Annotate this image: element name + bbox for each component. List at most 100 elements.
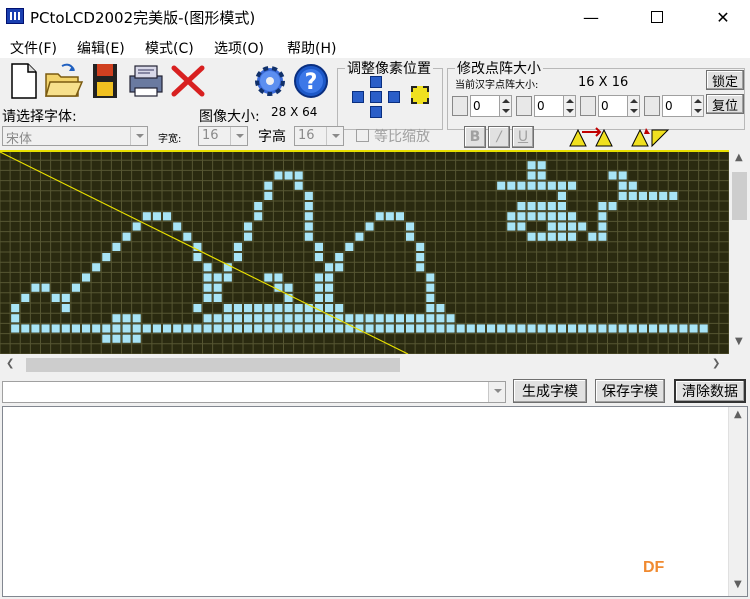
pixel-on[interactable] (608, 171, 617, 180)
close-button[interactable]: ✕ (700, 0, 746, 34)
pixel-on[interactable] (507, 181, 516, 190)
pixel-on[interactable] (426, 314, 435, 323)
pixel-on[interactable] (314, 253, 323, 262)
pixel-on[interactable] (203, 324, 212, 333)
pixel-on[interactable] (31, 324, 40, 333)
scale-checkbox[interactable] (356, 129, 369, 142)
pixel-on[interactable] (142, 324, 151, 333)
pixel-on[interactable] (699, 324, 708, 333)
pixel-on[interactable] (446, 314, 455, 323)
pixel-on[interactable] (365, 324, 374, 333)
pixel-on[interactable] (183, 232, 192, 241)
pixel-on[interactable] (537, 232, 546, 241)
pixel-on[interactable] (436, 324, 445, 333)
pixel-on[interactable] (618, 171, 627, 180)
pixel-on[interactable] (527, 324, 536, 333)
pixel-on[interactable] (142, 212, 151, 221)
pixel-on[interactable] (173, 222, 182, 231)
pixel-on[interactable] (547, 232, 556, 241)
pixel-on[interactable] (254, 324, 263, 333)
pixel-canvas[interactable] (0, 149, 730, 355)
horizontal-scrollbar[interactable]: ❮ ❯ (0, 354, 729, 376)
pixel-on[interactable] (21, 293, 30, 302)
pixel-on[interactable] (618, 181, 627, 190)
pixel-on[interactable] (163, 212, 172, 221)
pixel-on[interactable] (355, 314, 364, 323)
pixel-on[interactable] (588, 324, 597, 333)
pixel-on[interactable] (274, 273, 283, 282)
pixel-on[interactable] (578, 324, 587, 333)
pixel-on[interactable] (132, 324, 141, 333)
help-icon[interactable]: ? (292, 62, 328, 98)
pixel-on[interactable] (395, 324, 404, 333)
pixel-on[interactable] (92, 324, 101, 333)
pixel-on[interactable] (213, 283, 222, 292)
pixel-on[interactable] (557, 191, 566, 200)
pixel-on[interactable] (274, 171, 283, 180)
pixel-on[interactable] (325, 293, 334, 302)
pixel-on[interactable] (568, 181, 577, 190)
pixel-on[interactable] (284, 314, 293, 323)
pixel-on[interactable] (537, 212, 546, 221)
pixel-on[interactable] (325, 324, 334, 333)
pixel-on[interactable] (395, 314, 404, 323)
pixel-on[interactable] (102, 324, 111, 333)
move-left-icon[interactable] (352, 91, 364, 103)
move-up-icon[interactable] (370, 76, 382, 88)
pixel-on[interactable] (254, 202, 263, 211)
pixel-on[interactable] (132, 222, 141, 231)
pixel-on[interactable] (537, 324, 546, 333)
pixel-on[interactable] (628, 324, 637, 333)
fit-icon[interactable] (411, 86, 429, 104)
pixel-on[interactable] (375, 324, 384, 333)
pixel-on[interactable] (223, 314, 232, 323)
pixel-on[interactable] (71, 283, 80, 292)
pixel-on[interactable] (426, 273, 435, 282)
pixel-on[interactable] (527, 171, 536, 180)
textarea-scroll-up[interactable]: ▲ (734, 409, 742, 420)
pixel-on[interactable] (649, 324, 658, 333)
italic-button[interactable]: / (488, 126, 510, 148)
pixel-on[interactable] (244, 324, 253, 333)
menu-help[interactable]: 帮助(H) (287, 38, 336, 58)
pixel-on[interactable] (527, 181, 536, 190)
pixel-on[interactable] (284, 324, 293, 333)
horizontal-scroll-thumb[interactable] (26, 358, 400, 372)
pixel-on[interactable] (557, 212, 566, 221)
pixel-on[interactable] (102, 253, 111, 262)
pixel-on[interactable] (345, 314, 354, 323)
pixel-on[interactable] (11, 304, 20, 313)
clear-data-button[interactable]: 清除数据 (674, 379, 746, 403)
pixel-on[interactable] (274, 304, 283, 313)
pixel-on[interactable] (517, 212, 526, 221)
pixel-on[interactable] (223, 304, 232, 313)
pixel-on[interactable] (335, 324, 344, 333)
pixel-on[interactable] (385, 314, 394, 323)
pixel-on[interactable] (61, 304, 70, 313)
pixel-on[interactable] (527, 161, 536, 170)
pixel-on[interactable] (426, 304, 435, 313)
pixel-on[interactable] (51, 293, 60, 302)
lock-button[interactable]: 锁定 (706, 70, 744, 90)
pixel-on[interactable] (365, 314, 374, 323)
char-width-select[interactable]: 16 (198, 126, 248, 146)
pixel-on[interactable] (618, 191, 627, 200)
output-textarea[interactable]: ▲ ▼ DF (2, 406, 748, 597)
pixel-on[interactable] (325, 304, 334, 313)
pixel-on[interactable] (406, 324, 415, 333)
pixel-on[interactable] (335, 253, 344, 262)
pixel-on[interactable] (547, 202, 556, 211)
pixel-on[interactable] (304, 191, 313, 200)
pixel-on[interactable] (284, 283, 293, 292)
pixel-on[interactable] (284, 304, 293, 313)
shrink-right-button[interactable] (580, 96, 596, 116)
pixel-on[interactable] (628, 191, 637, 200)
pixel-on[interactable] (314, 242, 323, 251)
pixel-on[interactable] (406, 314, 415, 323)
pixel-on[interactable] (233, 253, 242, 262)
pixel-editor[interactable] (0, 149, 750, 376)
pixel-on[interactable] (507, 212, 516, 221)
pixel-on[interactable] (406, 232, 415, 241)
pixel-on[interactable] (71, 324, 80, 333)
reset-button[interactable]: 复位 (706, 94, 744, 114)
